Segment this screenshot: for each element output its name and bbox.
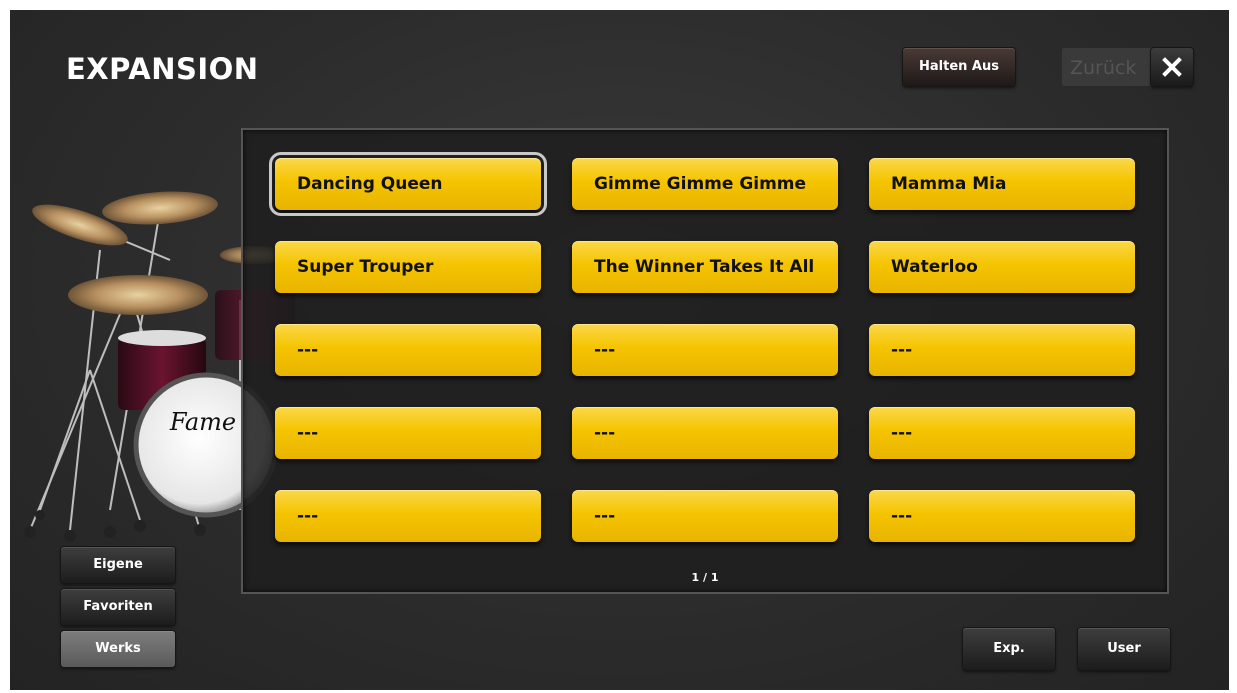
song-button[interactable]: Waterloo bbox=[869, 241, 1135, 293]
back-button[interactable]: Zurück bbox=[1062, 48, 1158, 86]
close-button[interactable] bbox=[1151, 48, 1193, 86]
song-button[interactable]: --- bbox=[869, 324, 1135, 376]
category-favoriten-button[interactable]: Favoriten bbox=[61, 589, 175, 625]
drum-logo: Fame bbox=[169, 408, 236, 436]
song-button[interactable]: --- bbox=[275, 324, 541, 376]
song-button[interactable]: --- bbox=[572, 324, 838, 376]
user-button[interactable]: User bbox=[1078, 628, 1170, 670]
song-button[interactable]: --- bbox=[572, 490, 838, 542]
song-button[interactable]: Mamma Mia bbox=[869, 158, 1135, 210]
screen: EXPANSION Halten Aus Zurück Fame Dancing… bbox=[10, 10, 1229, 690]
hold-off-button[interactable]: Halten Aus bbox=[903, 48, 1015, 86]
song-button[interactable]: --- bbox=[572, 407, 838, 459]
song-button[interactable]: --- bbox=[869, 490, 1135, 542]
song-grid: Dancing Queen Gimme Gimme Gimme Mamma Mi… bbox=[243, 130, 1167, 592]
category-eigene-button[interactable]: Eigene bbox=[61, 547, 175, 583]
song-button[interactable]: --- bbox=[275, 490, 541, 542]
song-button[interactable]: --- bbox=[275, 407, 541, 459]
page-indicator: 1 / 1 bbox=[691, 571, 719, 584]
song-button[interactable]: Dancing Queen bbox=[269, 152, 547, 216]
song-panel: Dancing Queen Gimme Gimme Gimme Mamma Mi… bbox=[241, 128, 1169, 594]
song-button[interactable]: The Winner Takes It All bbox=[572, 241, 838, 293]
category-werks-button[interactable]: Werks bbox=[61, 631, 175, 667]
song-button[interactable]: --- bbox=[869, 407, 1135, 459]
page-title: EXPANSION bbox=[66, 52, 259, 86]
song-button[interactable]: Super Trouper bbox=[275, 241, 541, 293]
song-button[interactable]: Gimme Gimme Gimme bbox=[572, 158, 838, 210]
close-icon bbox=[1162, 57, 1182, 77]
exp-button[interactable]: Exp. bbox=[963, 628, 1055, 670]
